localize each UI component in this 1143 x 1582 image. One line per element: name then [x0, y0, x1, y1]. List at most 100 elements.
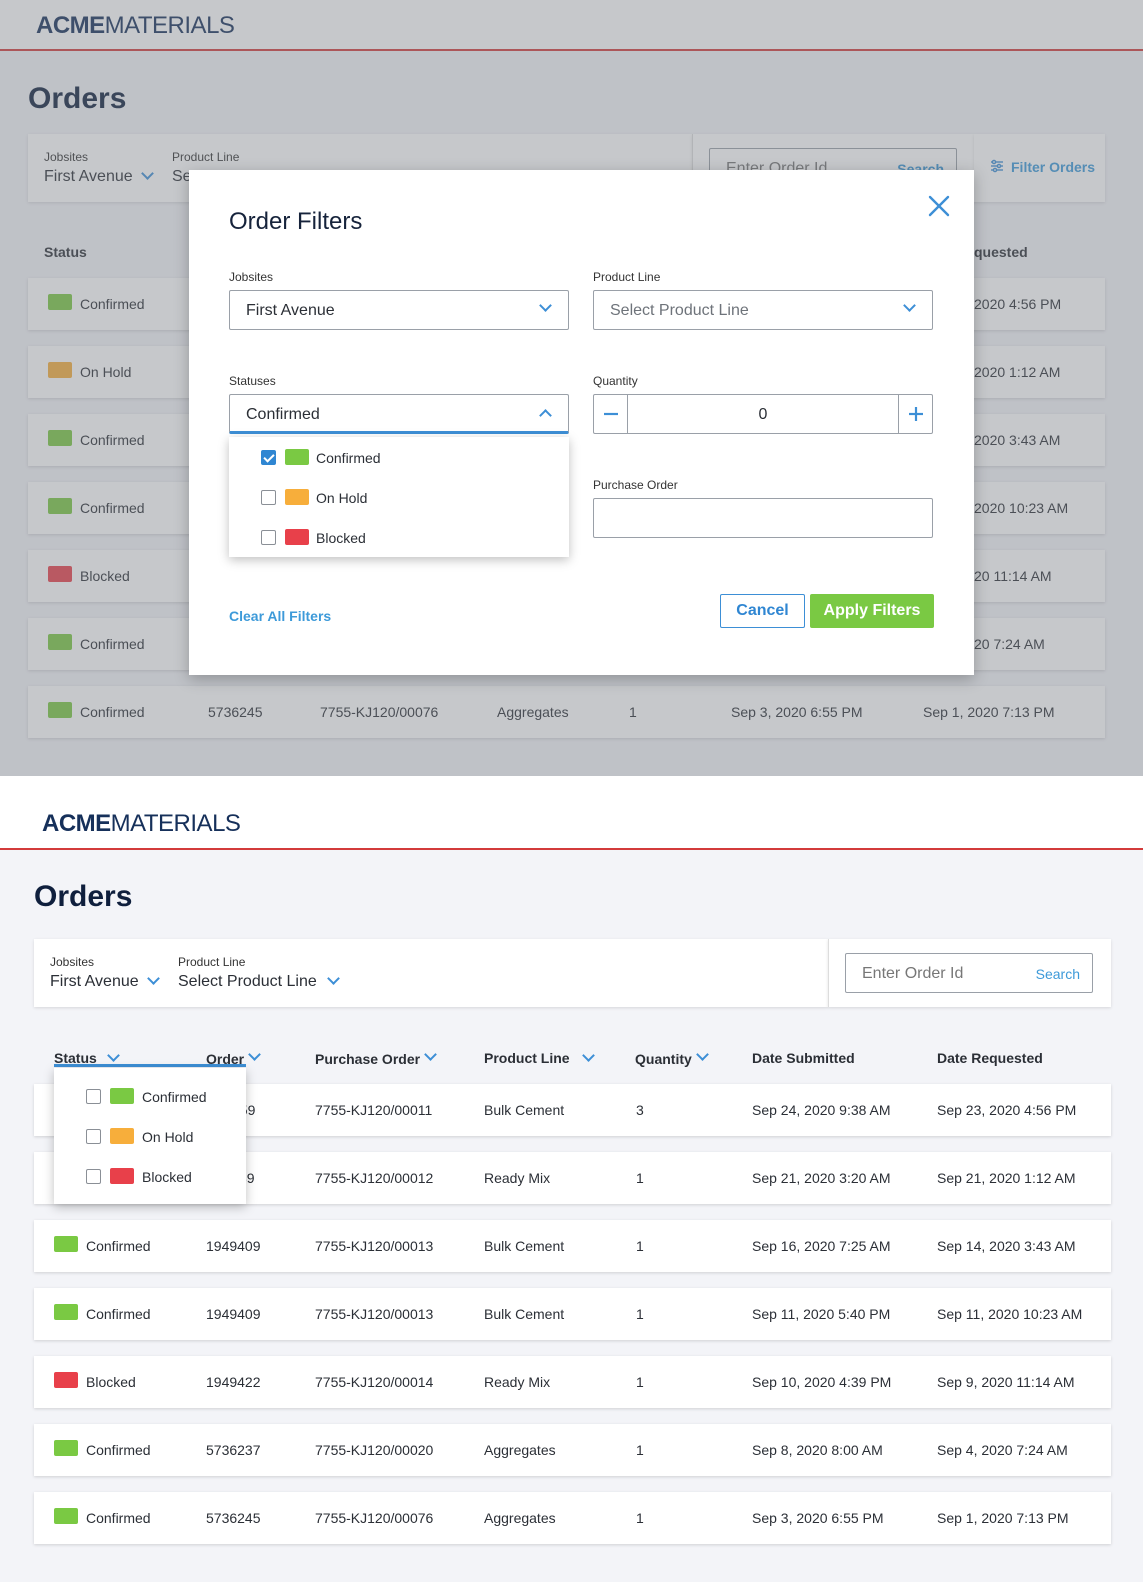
filter-bar: Jobsites First Avenue Product Line Selec… — [34, 939, 828, 1007]
jobsites-label: Jobsites — [50, 955, 95, 969]
date-requested: Sep 14, 2020 3:43 AM — [937, 1238, 1076, 1254]
status-swatch — [54, 1372, 78, 1388]
status-option-blocked[interactable]: Blocked — [54, 1156, 246, 1196]
status-filter-dropdown: Confirmed On Hold Blocked — [54, 1068, 246, 1204]
clear-all-filters-link[interactable]: Clear All Filters — [229, 608, 331, 624]
quantity-stepper: 0 — [593, 394, 933, 434]
product-line: Ready Mix — [484, 1170, 551, 1186]
status-swatch — [285, 489, 309, 505]
product-line: Aggregates — [484, 1442, 556, 1458]
product-line: Aggregates — [484, 1510, 556, 1526]
purchase-order-input[interactable] — [593, 498, 933, 538]
status-swatch — [54, 1508, 78, 1524]
date-requested: Sep 21, 2020 1:12 AM — [937, 1170, 1076, 1186]
close-icon[interactable] — [927, 194, 951, 218]
order-number[interactable]: 1949409 — [206, 1238, 261, 1254]
order-number[interactable]: 1949422 — [206, 1374, 261, 1390]
status-text: Confirmed — [86, 1238, 151, 1254]
app-header: ACMEMATERIALS — [0, 776, 1143, 850]
order-number[interactable]: 5736237 — [206, 1442, 261, 1458]
modal-jobsites-label: Jobsites — [229, 270, 274, 284]
checkbox[interactable] — [261, 530, 276, 545]
status-option-confirmed[interactable]: Confirmed — [54, 1076, 246, 1116]
purchase-order: 7755-KJ120/00011 — [315, 1102, 433, 1118]
status-swatch — [285, 449, 309, 465]
cancel-button[interactable]: Cancel — [720, 594, 805, 628]
search-button[interactable]: Search — [1036, 966, 1080, 982]
order-filters-modal: Order Filters Jobsites First Avenue Prod… — [189, 170, 974, 675]
product-line: Bulk Cement — [484, 1306, 565, 1322]
minus-icon[interactable] — [594, 395, 628, 433]
status-option-on-hold[interactable]: On Hold — [54, 1116, 246, 1156]
page-title: Orders — [34, 880, 133, 913]
modal-product-line-select[interactable]: Select Product Line — [593, 290, 933, 330]
column-header-date-submitted[interactable]: Date Submitted — [752, 1050, 855, 1066]
date-requested: Sep 9, 2020 11:14 AM — [937, 1374, 1075, 1390]
status-option-on-hold[interactable]: On Hold — [229, 477, 569, 517]
date-requested: Sep 23, 2020 4:56 PM — [937, 1102, 1077, 1118]
date-requested: Sep 4, 2020 7:24 AM — [937, 1442, 1068, 1458]
status-swatch — [110, 1088, 134, 1104]
quantity: 3 — [636, 1102, 644, 1118]
plus-icon[interactable] — [898, 395, 932, 433]
purchase-order: 7755-KJ120/00014 — [315, 1374, 434, 1390]
status-option-confirmed[interactable]: Confirmed — [229, 437, 569, 477]
column-header-product-line[interactable]: Product Line — [484, 1049, 595, 1066]
status-text: Blocked — [86, 1374, 136, 1390]
order-number[interactable]: 5736245 — [206, 1510, 261, 1526]
order-number[interactable]: 1949409 — [206, 1306, 261, 1322]
modal-statuses-select[interactable]: Confirmed — [229, 394, 569, 434]
date-submitted: Sep 21, 2020 3:20 AM — [752, 1170, 891, 1186]
quantity: 1 — [636, 1442, 644, 1458]
status-text: Confirmed — [86, 1442, 151, 1458]
modal-quantity-label: Quantity — [593, 374, 638, 388]
quantity: 1 — [636, 1374, 644, 1390]
table-row[interactable]: Confirmed 5736245 7755-KJ120/00076 Aggregat… — [34, 1492, 1111, 1544]
status-swatch — [54, 1236, 78, 1252]
status-swatch — [110, 1168, 134, 1184]
chevron-down-icon — [424, 1048, 437, 1061]
product-line-select[interactable]: Select Product Line — [178, 972, 341, 991]
purchase-order: 7755-KJ120/00076 — [315, 1510, 434, 1526]
table-row[interactable]: Confirmed 5736237 7755-KJ120/00020 Aggregat… — [34, 1424, 1111, 1476]
column-header-order[interactable]: Order — [206, 1048, 261, 1067]
jobsites-select[interactable]: First Avenue — [50, 972, 160, 991]
quantity-input[interactable]: 0 — [628, 406, 898, 424]
purchase-order: 7755-KJ120/00020 — [315, 1442, 434, 1458]
order-id-input[interactable]: Enter Order Id Search — [845, 953, 1093, 993]
modal-product-line-label: Product Line — [593, 270, 661, 284]
chevron-down-icon — [248, 1048, 261, 1061]
product-line-label: Product Line — [178, 955, 246, 969]
table-row[interactable]: Confirmed 1949409 7755-KJ120/00013 Bulk Cem… — [34, 1288, 1111, 1340]
chevron-down-icon — [106, 1049, 120, 1062]
modal-jobsites-select[interactable]: First Avenue — [229, 290, 569, 330]
status-text: Confirmed — [86, 1510, 151, 1526]
date-requested: Sep 1, 2020 7:13 PM — [937, 1510, 1069, 1526]
purchase-order: 7755-KJ120/00012 — [315, 1170, 434, 1186]
date-submitted: Sep 8, 2020 8:00 AM — [752, 1442, 883, 1458]
table-row[interactable]: Blocked 1949422 7755-KJ120/00014 Ready Mix 1… — [34, 1356, 1111, 1408]
chevron-down-icon — [581, 1049, 595, 1062]
quantity: 1 — [636, 1170, 644, 1186]
screen-order-filters-modal: ACMEMATERIALS Orders Jobsites First Aven… — [0, 0, 1143, 776]
date-requested: Sep 11, 2020 10:23 AM — [937, 1306, 1083, 1322]
purchase-order: 7755-KJ120/00013 — [315, 1306, 434, 1322]
date-submitted: Sep 11, 2020 5:40 PM — [752, 1306, 891, 1322]
checkbox[interactable] — [86, 1169, 101, 1184]
checkbox[interactable] — [86, 1129, 101, 1144]
apply-filters-button[interactable]: Apply Filters — [810, 594, 934, 628]
status-option-blocked[interactable]: Blocked — [229, 517, 569, 557]
chevron-down-icon — [903, 299, 916, 312]
column-header-date-requested[interactable]: Date Requested — [937, 1050, 1043, 1066]
date-submitted: Sep 10, 2020 4:39 PM — [752, 1374, 892, 1390]
table-row[interactable]: Confirmed 1949409 7755-KJ120/00013 Bulk Cem… — [34, 1220, 1111, 1272]
chevron-down-icon — [539, 299, 552, 312]
quantity: 1 — [636, 1306, 644, 1322]
status-swatch — [110, 1128, 134, 1144]
brand-logo[interactable]: ACMEMATERIALS — [42, 810, 241, 838]
column-header-quantity[interactable]: Quantity — [635, 1048, 709, 1067]
column-header-purchase-order[interactable]: Purchase Order — [315, 1048, 437, 1067]
checkbox[interactable] — [261, 490, 276, 505]
checkbox[interactable] — [86, 1089, 101, 1104]
checkbox-checked[interactable] — [261, 450, 276, 465]
